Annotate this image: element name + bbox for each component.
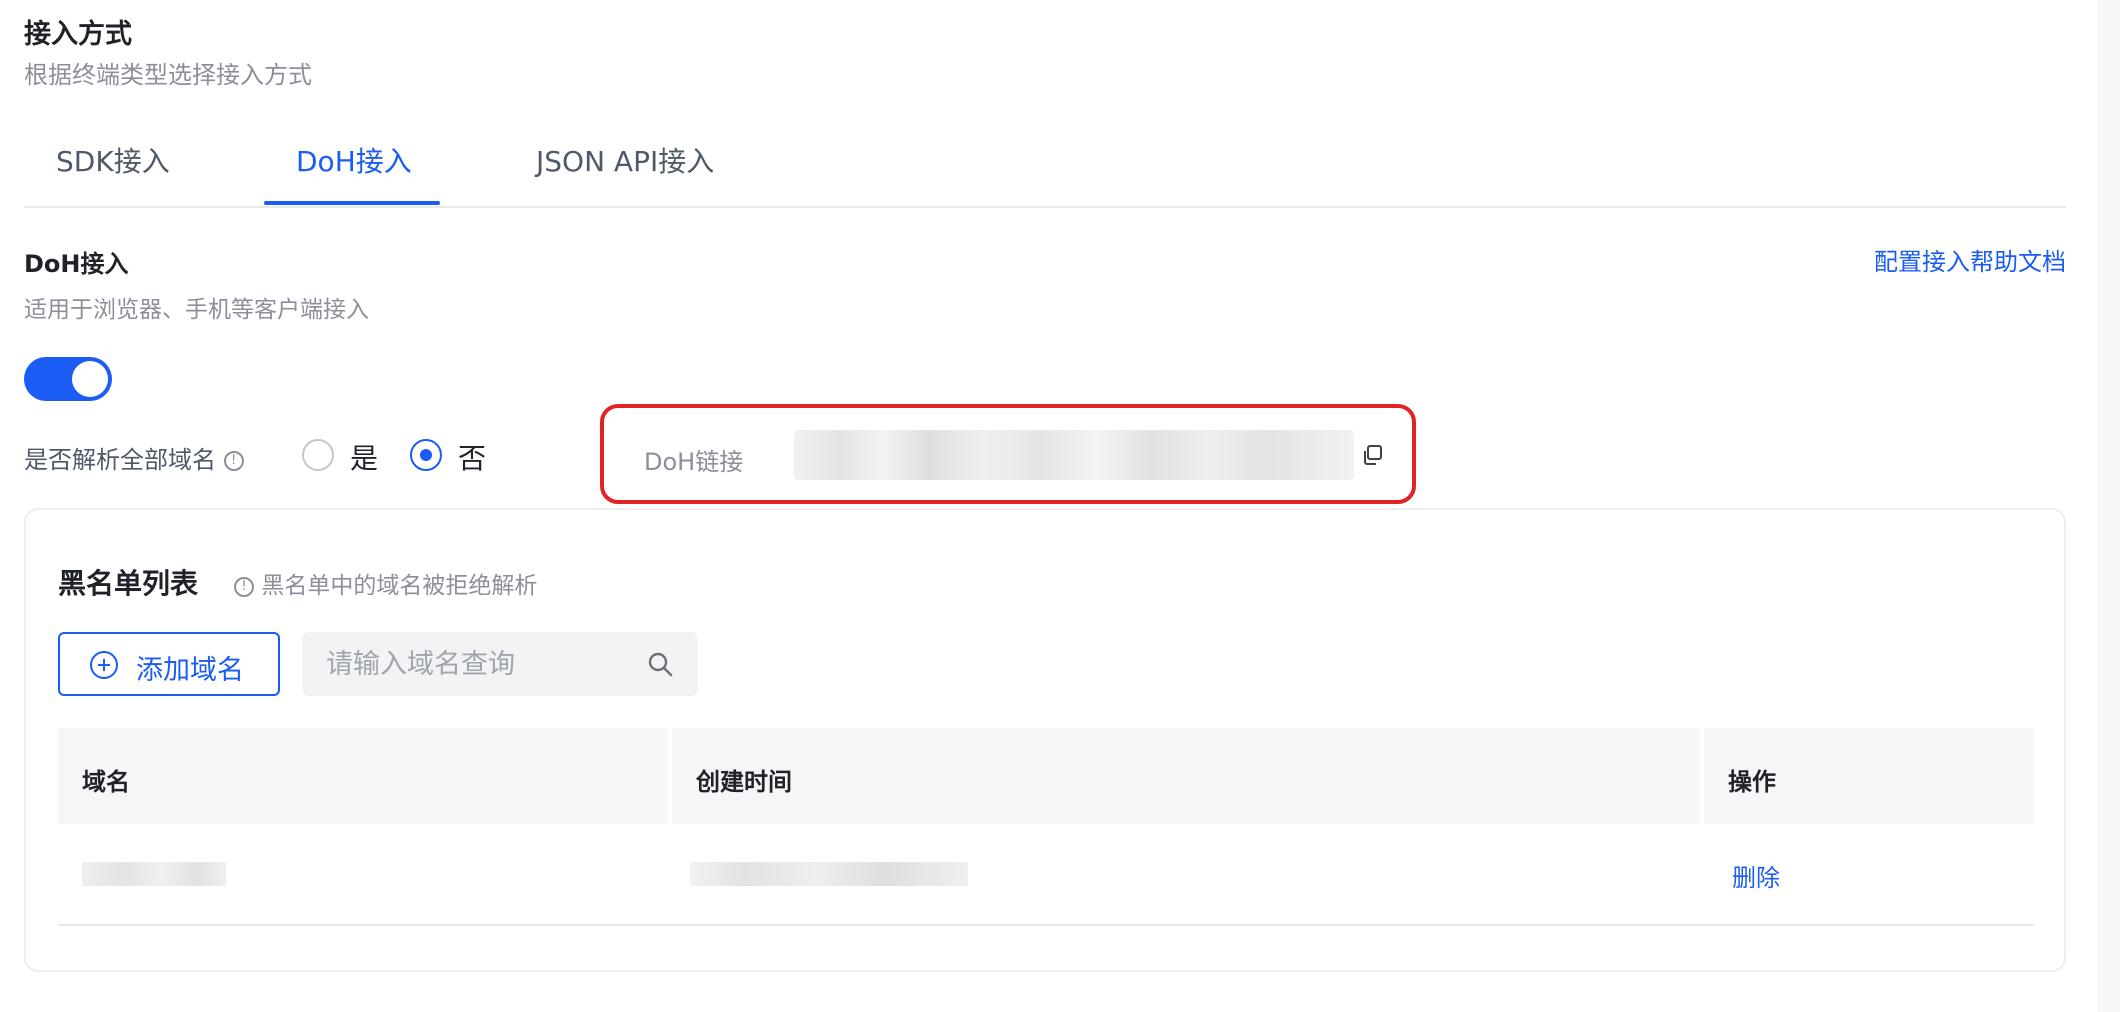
radio-yes[interactable] (302, 439, 334, 471)
section-subtitle: 根据终端类型选择接入方式 (24, 61, 312, 89)
help-doc-link[interactable]: 配置接入帮助文档 (1874, 242, 2066, 277)
doh-link-label: DoH链接 (644, 448, 744, 476)
tab-sdk[interactable]: SDK接入 (56, 140, 170, 180)
doh-link-box: DoH链接 (600, 404, 1416, 504)
domain-search-box (302, 632, 698, 696)
search-icon[interactable] (646, 650, 674, 678)
blacklist-hint: ! 黑名单中的域名被拒绝解析 (234, 566, 537, 600)
resolve-all-label-text: 是否解析全部域名 (24, 446, 216, 474)
plus-circle-icon (90, 651, 118, 679)
table-row: 删除 (58, 824, 2034, 926)
add-domain-label: 添加域名 (136, 655, 244, 686)
tab-json-api[interactable]: JSON API接入 (536, 140, 714, 180)
radio-yes-label: 是 (350, 442, 379, 475)
domain-search-input[interactable] (302, 632, 632, 696)
info-icon[interactable]: ! (223, 451, 244, 471)
toggle-knob (72, 361, 108, 397)
doh-link-value-redacted (794, 430, 1354, 480)
radio-no-label: 否 (458, 442, 487, 475)
blacklist-panel: 黑名单列表 ! 黑名单中的域名被拒绝解析 添加域名 域名 创建时间 操作 删除 (24, 508, 2066, 972)
scrollbar[interactable] (2098, 0, 2120, 1012)
column-header-created: 创建时间 (672, 728, 1700, 824)
column-header-action: 操作 (1704, 728, 2034, 824)
doh-subtitle: 适用于浏览器、手机等客户端接入 (24, 297, 369, 323)
info-icon: ! (234, 576, 254, 597)
created-cell-redacted (690, 862, 968, 886)
tab-doh[interactable]: DoH接入 (296, 140, 412, 180)
section-title: 接入方式 (24, 19, 132, 50)
column-header-domain: 域名 (58, 728, 668, 824)
delete-button[interactable]: 删除 (1732, 858, 1780, 893)
blacklist-title: 黑名单列表 (58, 567, 199, 600)
blacklist-hint-text: 黑名单中的域名被拒绝解析 (261, 573, 538, 599)
radio-no[interactable] (410, 439, 442, 471)
doh-title: DoH接入 (24, 250, 129, 278)
domain-cell-redacted (82, 862, 226, 886)
add-domain-button[interactable]: 添加域名 (58, 632, 280, 696)
resolve-all-label: 是否解析全部域名 ! (24, 440, 244, 475)
active-tab-indicator (264, 201, 440, 205)
access-tabs: SDK接入 DoH接入 JSON API接入 (24, 130, 2066, 208)
doh-enable-toggle[interactable] (24, 357, 112, 401)
copy-icon[interactable] (1362, 444, 1384, 466)
table-header: 域名 创建时间 操作 (58, 728, 2034, 824)
